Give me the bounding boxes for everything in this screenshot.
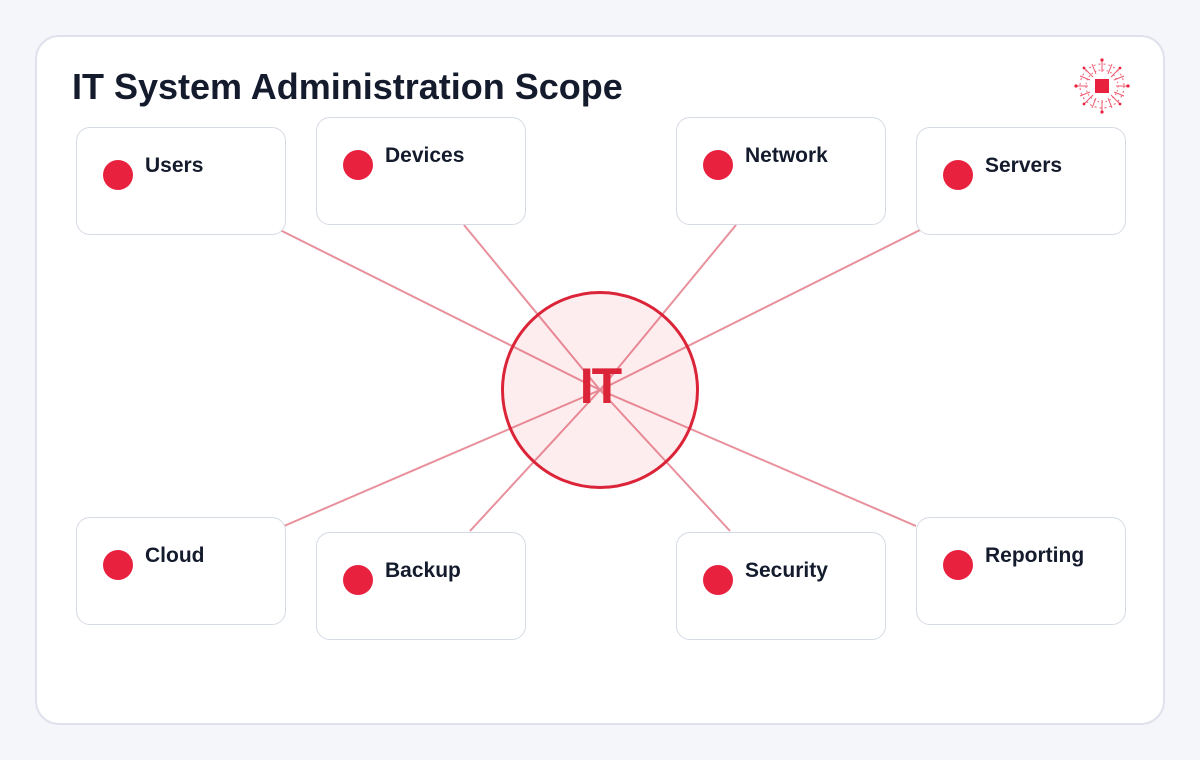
node-servers: Servers — [916, 127, 1126, 235]
node-label: Reporting — [985, 544, 1085, 567]
node-network: Network — [676, 117, 886, 225]
hub-label: IT — [579, 358, 622, 414]
node-reporting: Reporting — [916, 517, 1126, 625]
node-label: Backup — [385, 559, 461, 582]
node-label: Servers — [985, 154, 1063, 177]
node-dot — [703, 150, 733, 180]
node-dot — [343, 565, 373, 595]
node-devices: Devices — [316, 117, 526, 225]
node-dot — [103, 160, 133, 190]
node-cloud: Cloud — [76, 517, 286, 625]
node-dot — [703, 565, 733, 595]
node-users: Users — [76, 127, 286, 235]
node-label: Network — [745, 144, 828, 167]
node-dot — [943, 550, 973, 580]
node-security: Security — [676, 532, 886, 640]
node-dot — [103, 550, 133, 580]
node-label: Devices — [385, 144, 465, 167]
node-dot — [943, 160, 973, 190]
node-label: Security — [745, 559, 828, 582]
node-label: Cloud — [145, 544, 205, 567]
node-dot — [343, 150, 373, 180]
node-label: Users — [145, 154, 204, 177]
page-title: IT System Administration Scope — [72, 66, 623, 107]
circuit-chip-icon — [1074, 58, 1130, 114]
node-backup: Backup — [316, 532, 526, 640]
